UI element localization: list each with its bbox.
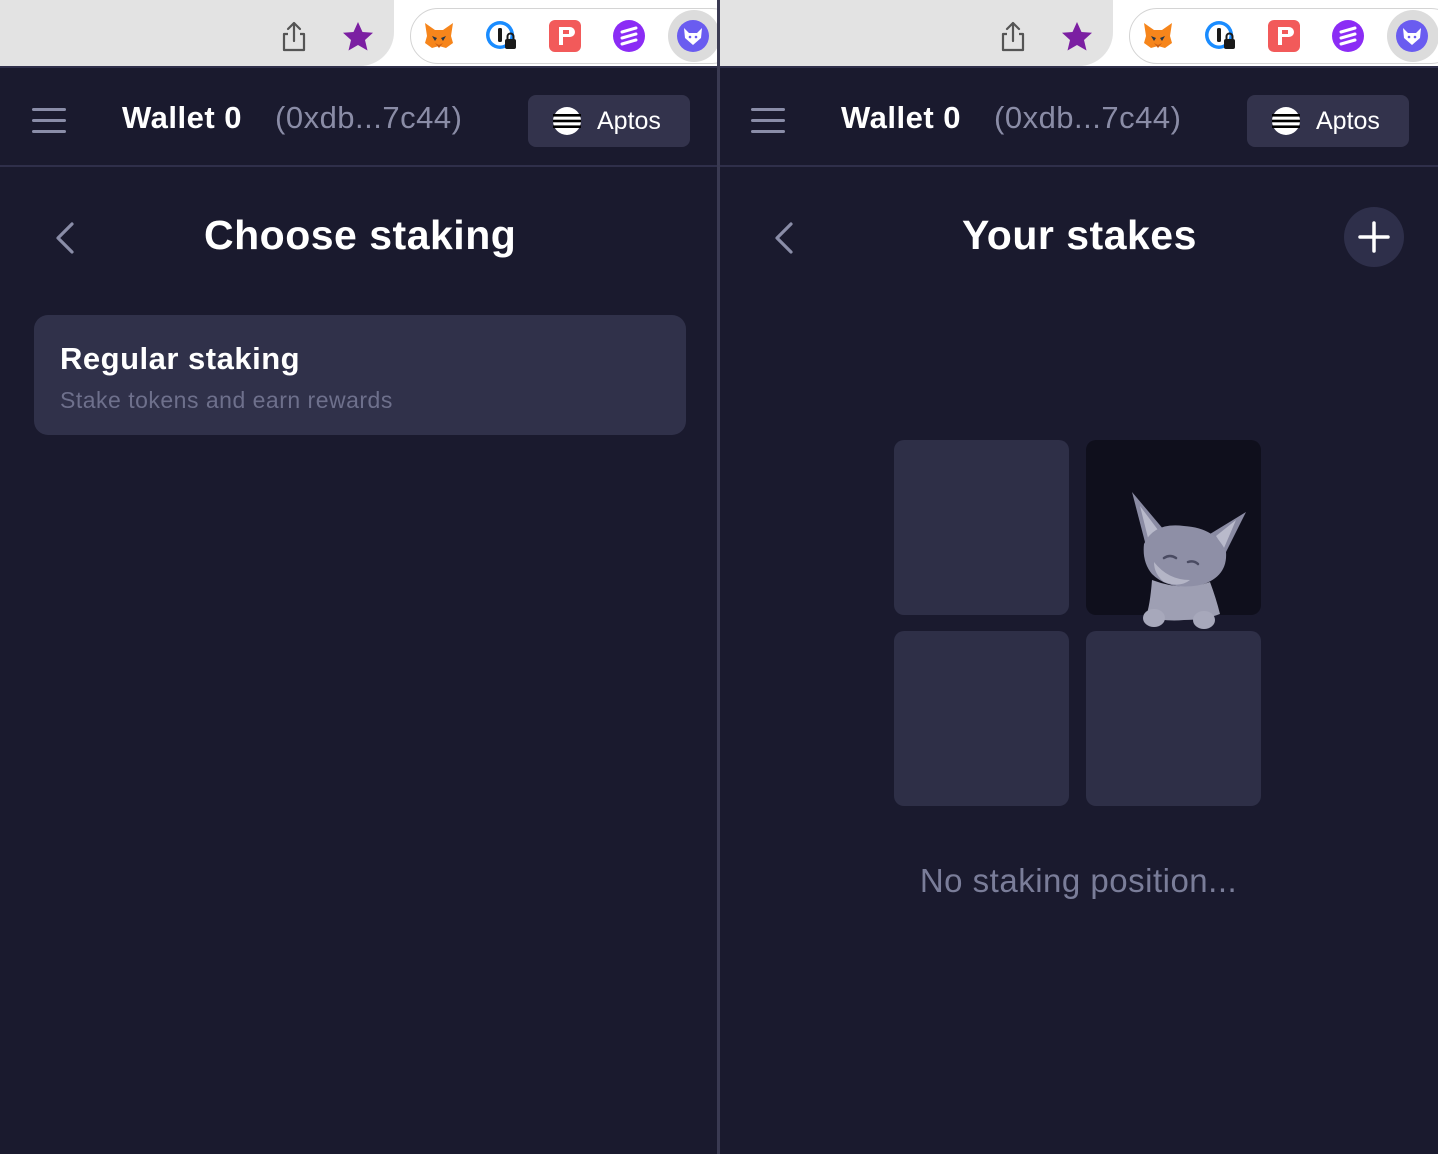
network-label: Aptos bbox=[1316, 107, 1380, 135]
network-selector-button[interactable]: Aptos bbox=[528, 95, 690, 147]
browser-toolbar bbox=[719, 0, 1438, 66]
wallet-fox-icon[interactable] bbox=[676, 19, 710, 53]
address-bar[interactable] bbox=[0, 0, 394, 66]
option-title: Regular staking bbox=[60, 341, 301, 376]
hamburger-menu-icon[interactable] bbox=[751, 108, 785, 134]
network-label: Aptos bbox=[597, 107, 661, 135]
left-panel: Wallet 0 (0xdb...7c44) Aptos Choose stak… bbox=[0, 0, 719, 1154]
wallet-address[interactable]: (0xdb...7c44) bbox=[275, 100, 462, 136]
fox-mascot-icon bbox=[1132, 492, 1246, 629]
wallet-name[interactable]: Wallet 0 bbox=[122, 100, 242, 136]
aptos-logo-icon bbox=[1272, 107, 1300, 135]
wallet-address[interactable]: (0xdb...7c44) bbox=[994, 100, 1181, 136]
chevron-left-icon[interactable] bbox=[769, 218, 799, 258]
share-icon[interactable] bbox=[276, 19, 312, 55]
plus-icon bbox=[1358, 221, 1390, 253]
regular-staking-option[interactable]: Regular staking Stake tokens and earn re… bbox=[34, 315, 686, 435]
bookmark-star-icon[interactable] bbox=[1059, 19, 1095, 55]
right-panel: Wallet 0 (0xdb...7c44) Aptos Your stakes bbox=[719, 0, 1438, 1154]
placeholder-tile bbox=[894, 440, 1069, 615]
metamask-fox-icon[interactable] bbox=[422, 19, 456, 53]
aptos-logo-icon bbox=[553, 107, 581, 135]
add-stake-button[interactable] bbox=[1344, 207, 1404, 267]
address-bar[interactable] bbox=[719, 0, 1113, 66]
pin-app-icon[interactable] bbox=[1267, 19, 1301, 53]
empty-state-message: No staking position... bbox=[919, 862, 1238, 899]
option-subtitle: Stake tokens and earn rewards bbox=[60, 387, 393, 413]
panel-divider bbox=[717, 0, 720, 1154]
hamburger-menu-icon[interactable] bbox=[32, 108, 66, 134]
metamask-fox-icon[interactable] bbox=[1141, 19, 1175, 53]
onepassword-icon[interactable] bbox=[1203, 19, 1237, 53]
bookmark-star-icon[interactable] bbox=[340, 19, 376, 55]
browser-toolbar bbox=[0, 0, 719, 66]
app-header: Wallet 0 (0xdb...7c44) Aptos bbox=[0, 66, 719, 167]
share-icon[interactable] bbox=[995, 19, 1031, 55]
placeholder-tile bbox=[1086, 631, 1261, 806]
pin-app-icon[interactable] bbox=[548, 19, 582, 53]
page-title: Your stakes bbox=[962, 212, 1197, 258]
onepassword-icon[interactable] bbox=[484, 19, 518, 53]
app-header: Wallet 0 (0xdb...7c44) Aptos bbox=[719, 66, 1438, 167]
circle-b-icon[interactable] bbox=[612, 19, 646, 53]
circle-b-icon[interactable] bbox=[1331, 19, 1365, 53]
placeholder-tile bbox=[894, 631, 1069, 806]
page-title: Choose staking bbox=[204, 212, 517, 258]
wallet-name[interactable]: Wallet 0 bbox=[841, 100, 961, 136]
wallet-fox-icon[interactable] bbox=[1395, 19, 1429, 53]
network-selector-button[interactable]: Aptos bbox=[1247, 95, 1409, 147]
chevron-left-icon[interactable] bbox=[50, 218, 80, 258]
